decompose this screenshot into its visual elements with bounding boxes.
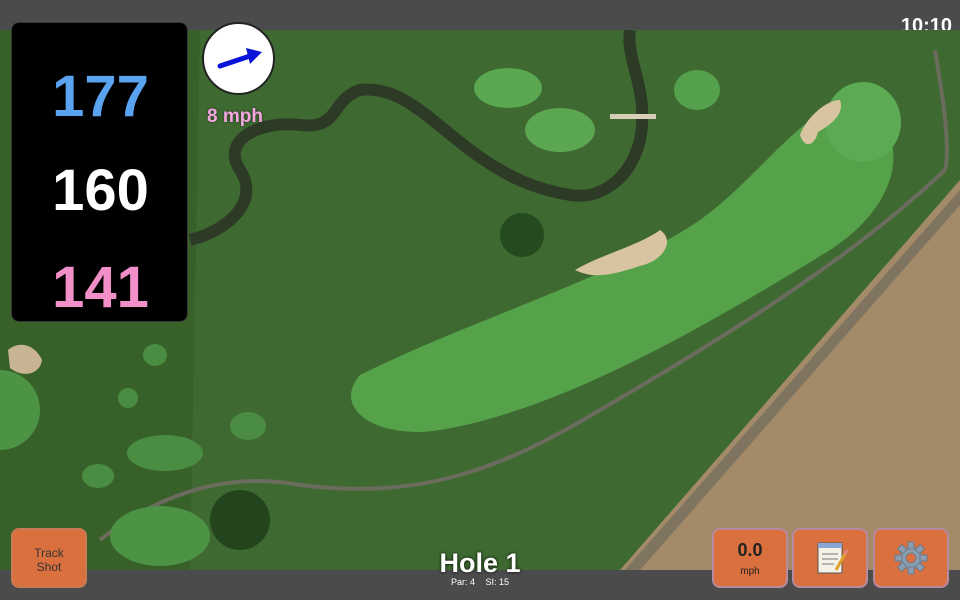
settings-button[interactable] — [873, 528, 949, 588]
hole-title: Hole 1 — [439, 548, 521, 578]
arrow-right-up-icon — [217, 48, 262, 69]
wind-direction-indicator — [202, 22, 275, 95]
hole-stroke-index: SI: 15 — [485, 577, 510, 587]
wind-speed-value: 0.0 — [737, 540, 763, 560]
distance-middle: 160 — [52, 158, 149, 223]
distance-panel: 177 160 141 — [11, 22, 188, 322]
gear-icon — [894, 541, 928, 575]
wind-speed-unit: mph — [740, 566, 760, 577]
wind-speed-label: 8 mph — [207, 106, 263, 127]
notes-button[interactable] — [792, 528, 868, 588]
wind-speed-button[interactable]: 0.0 mph — [712, 528, 788, 588]
track-shot-label-line1: Track — [34, 546, 64, 560]
hole-info: Par: 4 SI: 15 — [380, 577, 580, 587]
distance-front: 141 — [52, 255, 149, 320]
track-shot-button[interactable]: Track Shot — [11, 528, 87, 588]
notepad-icon — [817, 542, 849, 574]
hole-par: Par: 4 — [450, 577, 475, 587]
track-shot-label-line2: Shot — [36, 560, 62, 574]
distance-back: 177 — [52, 64, 149, 129]
